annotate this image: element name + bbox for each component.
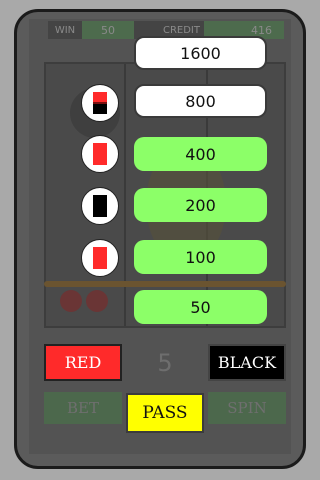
history-card-icon — [81, 135, 119, 173]
red-button[interactable]: RED — [44, 344, 122, 381]
cherry-icon — [86, 290, 108, 312]
ladder-amount-1600: 1600 — [134, 36, 267, 70]
red-black-card-icon — [93, 92, 107, 114]
ladder-amount-800: 800 — [134, 84, 267, 118]
ladder-amount-200: 200 — [134, 188, 267, 222]
ladder-amount-50: 50 — [134, 290, 267, 324]
pass-button[interactable]: PASS — [126, 393, 204, 433]
red-card-icon — [93, 143, 107, 165]
history-card-icon — [81, 187, 119, 225]
ladder-amount-400: 400 — [134, 137, 267, 171]
cherry-icon — [60, 290, 82, 312]
gamble-count: 5 — [157, 348, 173, 377]
ladder-amount-100: 100 — [134, 240, 267, 274]
black-card-icon — [93, 195, 107, 217]
spin-button: SPIN — [208, 392, 286, 424]
history-card-icon — [81, 84, 119, 122]
payline — [44, 281, 286, 287]
bet-button: BET — [44, 392, 122, 424]
history-card-icon — [81, 239, 119, 277]
win-value: 50 — [82, 21, 134, 39]
red-card-icon — [93, 247, 107, 269]
win-label: WIN — [48, 21, 82, 39]
black-button[interactable]: BLACK — [208, 344, 286, 381]
